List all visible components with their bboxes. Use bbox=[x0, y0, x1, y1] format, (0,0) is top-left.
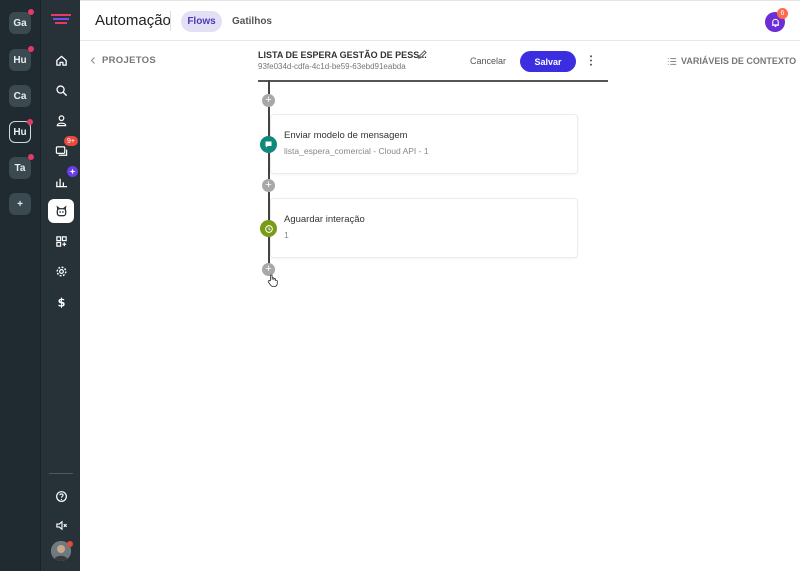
flow-node-send-template[interactable]: Enviar modelo de mensagem lista_espera_c… bbox=[270, 114, 578, 174]
workspace-label: Ca bbox=[13, 90, 27, 102]
flow-canvas[interactable]: + Enviar modelo de mensagem lista_espera… bbox=[80, 80, 800, 571]
chat-badge: 9+ bbox=[64, 136, 78, 146]
status-dot bbox=[67, 541, 73, 547]
help-icon[interactable] bbox=[50, 485, 72, 507]
back-to-projects-link[interactable]: PROJETOS bbox=[90, 55, 156, 66]
notification-badge: 6 bbox=[777, 8, 788, 19]
search-icon[interactable] bbox=[50, 79, 72, 101]
add-step-button[interactable]: + bbox=[262, 94, 275, 107]
hand-cursor-icon bbox=[267, 274, 278, 287]
bot-icon[interactable] bbox=[48, 199, 74, 223]
flow-node-wait-interaction[interactable]: Aguardar interação 1 bbox=[270, 198, 578, 258]
unread-dot bbox=[27, 119, 33, 125]
settings-icon[interactable] bbox=[50, 260, 72, 282]
chevron-left-icon bbox=[90, 57, 95, 64]
add-workspace-label: + bbox=[17, 198, 23, 210]
context-variables-button[interactable]: VARIÁVEIS DE CONTEXTO bbox=[667, 56, 796, 66]
workspace-rail: Ga Hu Ca Hu Ta + bbox=[0, 0, 40, 571]
svg-text:$: $ bbox=[57, 296, 65, 308]
workspace-ca[interactable]: Ca bbox=[9, 85, 31, 107]
page-title: Automação bbox=[95, 12, 171, 29]
topbar: Automação Flows Gatilhos 6 bbox=[80, 1, 800, 41]
workspace-ta[interactable]: Ta bbox=[9, 154, 34, 179]
node-subtitle: lista_espera_comercial - Cloud API - 1 bbox=[284, 146, 429, 156]
tab-gatilhos[interactable]: Gatilhos bbox=[229, 11, 275, 32]
workspace-hu-active[interactable]: Hu bbox=[9, 119, 33, 143]
home-icon[interactable] bbox=[50, 49, 72, 71]
title-divider bbox=[170, 11, 171, 31]
contacts-icon[interactable] bbox=[50, 109, 72, 131]
main-content: Automação Flows Gatilhos 6 PROJETOS LIST… bbox=[80, 0, 800, 571]
reports-icon[interactable] bbox=[50, 166, 78, 192]
flow-connector bbox=[268, 80, 270, 94]
sparkle-badge-icon bbox=[67, 166, 78, 177]
chat-icon[interactable]: 9+ bbox=[50, 136, 78, 162]
add-workspace-button[interactable]: + bbox=[9, 193, 31, 215]
clock-icon bbox=[260, 220, 277, 237]
flow-name: LISTA DE ESPERA GESTÃO DE PESS... bbox=[258, 50, 427, 60]
apps-icon[interactable] bbox=[50, 230, 72, 252]
flow-toolbar: PROJETOS LISTA DE ESPERA GESTÃO DE PESS.… bbox=[80, 42, 800, 80]
workspace-label: Hu bbox=[13, 54, 27, 66]
context-variables-label: VARIÁVEIS DE CONTEXTO bbox=[681, 56, 797, 66]
workspace-hu[interactable]: Hu bbox=[9, 46, 34, 71]
node-title: Aguardar interação bbox=[284, 214, 365, 225]
save-button[interactable]: Salvar bbox=[520, 51, 576, 72]
node-subtitle: 1 bbox=[284, 230, 289, 240]
cancel-button[interactable]: Cancelar bbox=[470, 52, 506, 70]
node-title: Enviar modelo de mensagem bbox=[284, 130, 408, 141]
workspace-label: Hu bbox=[13, 126, 27, 138]
unread-dot bbox=[28, 46, 34, 52]
logo-icon bbox=[51, 14, 71, 24]
workspace-label: Ga bbox=[13, 17, 27, 29]
more-options-icon[interactable] bbox=[588, 54, 594, 67]
list-icon bbox=[667, 57, 677, 65]
flow-id: 93fe034d-cdfa-4c1d-be59-63ebd91eabda bbox=[258, 62, 406, 71]
workspace-ga[interactable]: Ga bbox=[9, 9, 34, 34]
tab-flows[interactable]: Flows bbox=[181, 11, 222, 32]
edit-pencil-icon[interactable] bbox=[417, 49, 428, 60]
mute-icon[interactable] bbox=[50, 514, 72, 536]
add-step-button[interactable]: + bbox=[262, 179, 275, 192]
back-label: PROJETOS bbox=[102, 55, 156, 66]
workspace-label: Ta bbox=[14, 162, 26, 174]
nav-divider bbox=[49, 473, 73, 474]
unread-dot bbox=[28, 9, 34, 15]
main-navigation: 9+ $ bbox=[40, 0, 80, 571]
chat-bubble-icon bbox=[260, 136, 277, 153]
unread-dot bbox=[28, 154, 34, 160]
canvas-top-edge bbox=[258, 80, 608, 82]
billing-icon[interactable]: $ bbox=[50, 291, 72, 313]
